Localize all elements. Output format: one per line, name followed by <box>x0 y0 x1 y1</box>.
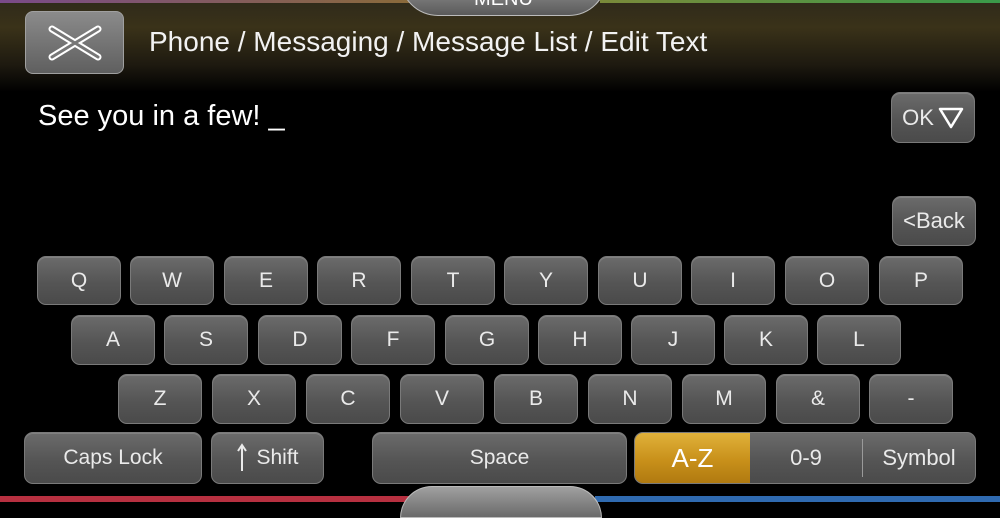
key-n[interactable]: N <box>588 374 672 424</box>
shift-button[interactable]: Shift <box>211 432 324 484</box>
key-t[interactable]: T <box>411 256 495 305</box>
space-button[interactable]: Space <box>372 432 627 484</box>
key-v[interactable]: V <box>400 374 484 424</box>
key-j[interactable]: J <box>631 315 715 365</box>
bottom-accent-strip-right <box>595 496 1000 502</box>
key-g[interactable]: G <box>445 315 529 365</box>
top-accent-strip-left <box>0 0 410 3</box>
page-title-breadcrumb: Phone / Messaging / Message List / Edit … <box>149 26 708 57</box>
key-hyphen[interactable]: - <box>869 374 953 424</box>
key-w[interactable]: W <box>130 256 214 305</box>
key-z[interactable]: Z <box>118 374 202 424</box>
key-l[interactable]: L <box>817 315 901 365</box>
key-h[interactable]: H <box>538 315 622 365</box>
key-ampersand[interactable]: & <box>776 374 860 424</box>
key-x[interactable]: X <box>212 374 296 424</box>
keyboard-mode-selector: A-Z 0-9 Symbol <box>634 432 976 484</box>
key-r[interactable]: R <box>317 256 401 305</box>
triangle-down-icon <box>938 107 964 128</box>
message-text-field[interactable]: See you in a few! _ <box>38 100 285 133</box>
caps-lock-button[interactable]: Caps Lock <box>24 432 202 484</box>
bottom-accent-strip-left <box>0 496 410 502</box>
key-m[interactable]: M <box>682 374 766 424</box>
key-e[interactable]: E <box>224 256 308 305</box>
key-a[interactable]: A <box>71 315 155 365</box>
key-i[interactable]: I <box>691 256 775 305</box>
ok-label: OK <box>902 104 934 130</box>
back-button[interactable]: <Back <box>892 196 976 246</box>
menu-tab-button[interactable]: MENU <box>400 0 607 16</box>
key-q[interactable]: Q <box>37 256 121 305</box>
mode-symbol-button[interactable]: Symbol <box>863 433 975 483</box>
key-u[interactable]: U <box>598 256 682 305</box>
key-c[interactable]: C <box>306 374 390 424</box>
key-b[interactable]: B <box>494 374 578 424</box>
key-d[interactable]: D <box>258 315 342 365</box>
mode-a-z-button[interactable]: A-Z <box>635 433 750 483</box>
close-button[interactable] <box>25 11 124 74</box>
key-s[interactable]: S <box>164 315 248 365</box>
arrow-up-icon <box>237 443 248 471</box>
key-p[interactable]: P <box>879 256 963 305</box>
key-f[interactable]: F <box>351 315 435 365</box>
key-k[interactable]: K <box>724 315 808 365</box>
key-o[interactable]: O <box>785 256 869 305</box>
close-icon <box>48 25 101 60</box>
bottom-tab-button[interactable] <box>400 486 602 518</box>
top-accent-strip-right <box>600 0 1000 3</box>
shift-label: Shift <box>256 446 299 469</box>
ok-button[interactable]: OK <box>891 92 975 143</box>
key-y[interactable]: Y <box>504 256 588 305</box>
mode-0-9-button[interactable]: 0-9 <box>750 433 862 483</box>
